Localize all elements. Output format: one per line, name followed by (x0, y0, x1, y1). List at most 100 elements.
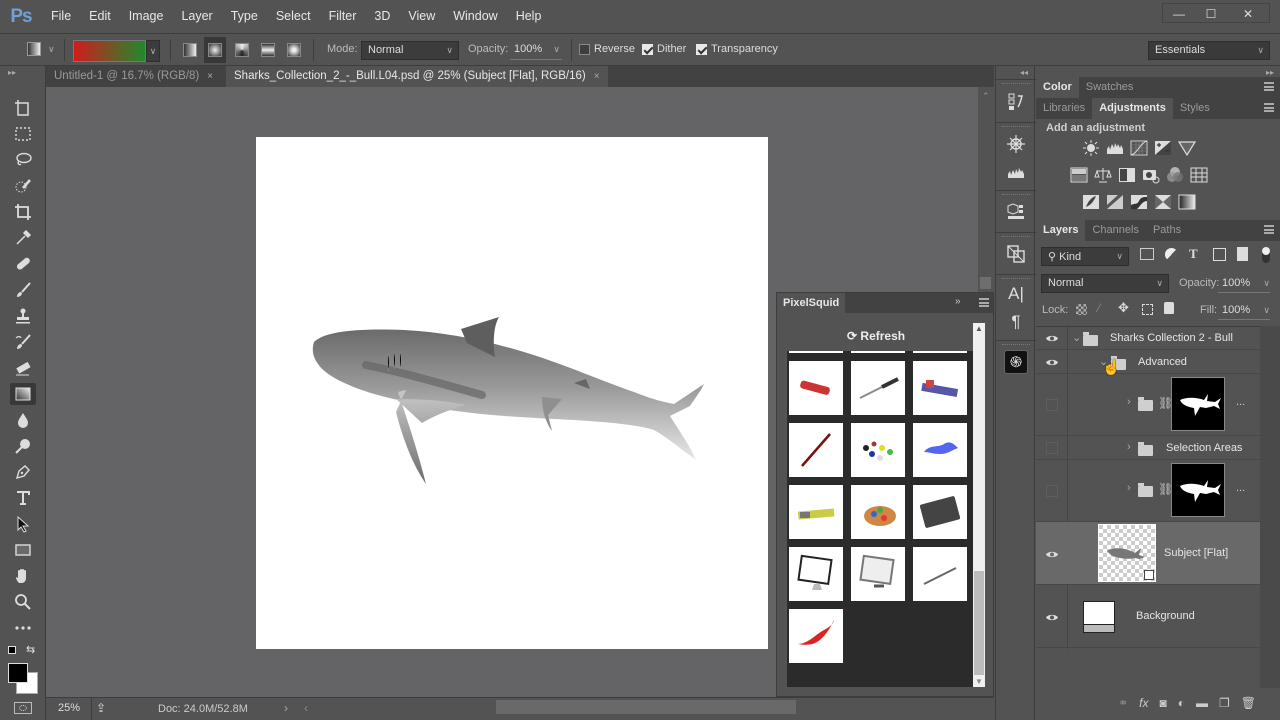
thumbnail-blue-splash[interactable] (913, 423, 967, 477)
menu-help[interactable]: Help (507, 0, 551, 33)
color-balance-icon[interactable] (1094, 166, 1112, 184)
filter-type-layers-icon[interactable]: T (1189, 246, 1198, 262)
reverse-checkbox[interactable]: Reverse (579, 43, 635, 55)
tool-preset-icon[interactable] (27, 42, 41, 56)
black-white-icon[interactable] (1118, 166, 1136, 184)
pixelsquid-scrollbar[interactable]: ▲ ▼ (973, 323, 985, 687)
blend-mode-dropdown[interactable]: Normal ∨ (1041, 274, 1169, 293)
adjustment-layer-icon[interactable]: ◐ (1178, 696, 1185, 710)
layer-comps-panel-icon[interactable] (1004, 242, 1028, 266)
layer-row-selected[interactable]: Subject [Flat] (1036, 522, 1260, 585)
eye-icon[interactable] (1044, 610, 1060, 624)
pen-tool[interactable] (10, 461, 36, 483)
menu-file[interactable]: File (42, 0, 80, 33)
photo-filter-icon[interactable] (1142, 166, 1160, 184)
gradient-picker[interactable] (73, 40, 146, 62)
eye-icon[interactable] (1044, 331, 1060, 345)
collapse-chevron-icon[interactable]: ⌄ (1072, 331, 1081, 344)
gradient-triangle-icon[interactable] (1178, 139, 1196, 157)
tab-swatches[interactable]: Swatches (1079, 77, 1141, 98)
panel-menu-icon[interactable] (979, 298, 989, 307)
thumbnail-paint-tubes-yellow[interactable] (789, 485, 843, 539)
panel-menu-icon[interactable] (1264, 225, 1274, 234)
fill-input[interactable]: 100% ∨ (1218, 301, 1270, 320)
channel-mixer-icon[interactable] (1166, 166, 1184, 184)
layer-row[interactable]: › Selection Areas (1036, 436, 1260, 460)
layer-mask-thumbnail[interactable] (1171, 463, 1225, 517)
scroll-thumb[interactable] (974, 571, 984, 675)
levels-icon[interactable] (1106, 139, 1124, 157)
scroll-left-icon[interactable]: ‹ (304, 701, 308, 715)
thumbnail-paint-dots[interactable] (851, 423, 905, 477)
trash-icon[interactable]: 🗑 (1241, 696, 1256, 710)
filter-shape-layers-icon[interactable] (1213, 248, 1226, 261)
thumbnail-knife[interactable] (851, 361, 905, 415)
type-tool[interactable] (10, 487, 36, 509)
filter-toggle-switch[interactable] (1262, 247, 1270, 263)
lock-all-icon[interactable] (1164, 302, 1174, 314)
thumbnail-drawing-tablet[interactable] (913, 485, 967, 539)
scroll-thumb[interactable] (980, 277, 991, 289)
maximize-button[interactable]: ☐ (1195, 4, 1227, 24)
expand-chevron-icon[interactable]: › (1127, 396, 1131, 408)
thumbnail-red-splash[interactable] (789, 609, 843, 663)
eye-icon[interactable] (1044, 355, 1060, 369)
layer-row[interactable]: ⌄ Advanced ☝ (1036, 350, 1260, 376)
hand-tool[interactable] (10, 565, 36, 587)
radial-gradient-button[interactable] (208, 43, 222, 57)
tab-channels[interactable]: Channels (1085, 220, 1145, 241)
foreground-color-swatch[interactable] (8, 663, 28, 683)
tab-paths[interactable]: Paths (1146, 220, 1188, 241)
gradient-tool[interactable] (10, 383, 36, 405)
layer-opacity-input[interactable]: 100% ∨ (1218, 274, 1270, 293)
zoom-level[interactable]: 25% (58, 702, 80, 714)
quick-mask-button[interactable] (14, 702, 32, 714)
tool-preset-chevron-icon[interactable]: ∨ (48, 44, 55, 55)
eyedropper-tool[interactable] (10, 227, 36, 249)
layer-mask-thumbnail[interactable] (1171, 377, 1225, 431)
rectangle-tool[interactable] (10, 539, 36, 561)
thumbnail-display-monitor[interactable] (851, 547, 905, 601)
expand-chevron-icon[interactable]: › (1127, 441, 1131, 453)
healing-brush-tool[interactable] (10, 253, 36, 275)
eye-icon[interactable] (1044, 547, 1060, 561)
3d-panel-icon[interactable] (1004, 200, 1028, 224)
link-layers-icon[interactable]: ⚭ (1118, 696, 1128, 710)
dodge-tool[interactable] (10, 435, 36, 457)
tab-adjustments[interactable]: Adjustments (1092, 98, 1173, 119)
visibility-toggle-off[interactable] (1046, 485, 1058, 497)
scroll-up-icon[interactable]: ▲ (975, 324, 983, 333)
close-tab-icon[interactable]: × (207, 71, 213, 82)
tab-libraries[interactable]: Libraries (1036, 98, 1092, 119)
invert-icon[interactable] (1082, 193, 1100, 211)
filter-smart-objects-icon[interactable] (1237, 247, 1248, 261)
fx-icon[interactable]: fx (1139, 696, 1148, 710)
scroll-down-icon[interactable]: ▼ (975, 677, 983, 686)
menu-image[interactable]: Image (120, 0, 173, 33)
layer-row[interactable]: ⌄ Sharks Collection 2 - Bull (1036, 327, 1260, 350)
path-selection-tool[interactable] (10, 513, 36, 535)
diamond-gradient-button[interactable] (287, 43, 301, 57)
layer-thumbnail[interactable] (1083, 601, 1115, 633)
expand-panels-icon[interactable]: ▸▸ (1266, 68, 1274, 77)
lock-image-icon[interactable]: ⁄ (1098, 301, 1100, 315)
visibility-toggle-off[interactable] (1046, 399, 1058, 411)
curves-icon[interactable] (1130, 139, 1148, 157)
paragraph-panel-icon[interactable]: ¶ (1004, 310, 1028, 334)
histogram-panel-icon[interactable] (1004, 160, 1028, 184)
expand-toolbar-icon[interactable]: ▸▸ (8, 68, 16, 77)
collapse-panel-icon[interactable]: » (955, 296, 961, 307)
filter-adjustment-layers-icon[interactable] (1165, 248, 1178, 261)
edit-toolbar-button[interactable] (10, 617, 36, 639)
thumbnail-paint-tubes[interactable] (913, 361, 967, 415)
layer-row[interactable]: › ⛓ ... (1036, 374, 1260, 436)
artboard-tool[interactable] (10, 97, 36, 119)
menu-layer[interactable]: Layer (172, 0, 221, 33)
zoom-tool[interactable] (10, 591, 36, 613)
scroll-up-icon[interactable]: ⌃ (982, 91, 990, 102)
workspace-switcher[interactable]: Essentials ∨ (1148, 41, 1270, 60)
character-panel-icon[interactable]: A| (1004, 282, 1028, 306)
expand-chevron-icon[interactable]: › (1127, 482, 1131, 494)
blur-tool[interactable] (10, 409, 36, 431)
panel-menu-icon[interactable] (1264, 82, 1274, 91)
